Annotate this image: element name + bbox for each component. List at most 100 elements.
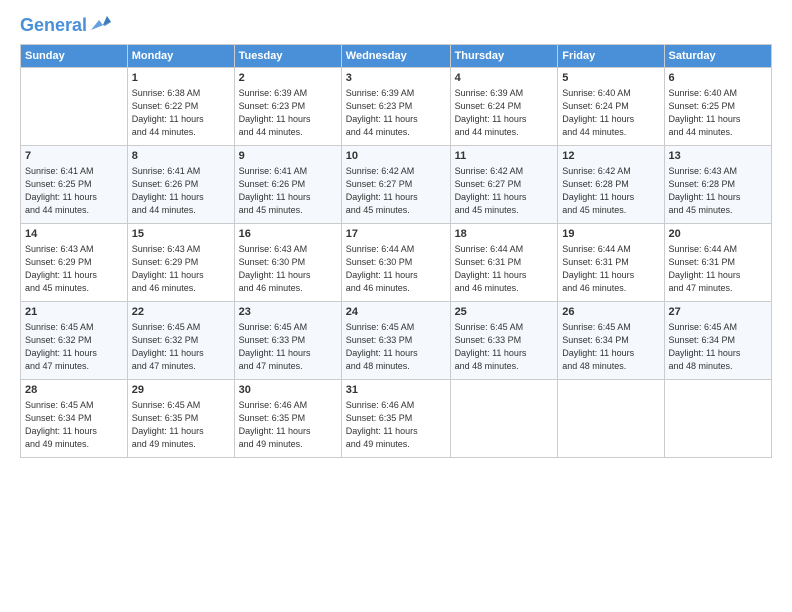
day-number: 16 — [239, 227, 337, 242]
day-info: Sunrise: 6:39 AM Sunset: 6:24 PM Dayligh… — [455, 87, 554, 139]
day-number: 10 — [346, 149, 446, 164]
calendar-day-cell: 8Sunrise: 6:41 AM Sunset: 6:26 PM Daylig… — [127, 145, 234, 223]
logo-bird-icon — [89, 12, 111, 34]
calendar-week-row: 21Sunrise: 6:45 AM Sunset: 6:32 PM Dayli… — [21, 301, 772, 379]
day-number: 21 — [25, 305, 123, 320]
day-info: Sunrise: 6:43 AM Sunset: 6:29 PM Dayligh… — [132, 243, 230, 295]
day-info: Sunrise: 6:45 AM Sunset: 6:35 PM Dayligh… — [132, 399, 230, 451]
day-number: 26 — [562, 305, 659, 320]
day-number: 5 — [562, 71, 659, 86]
day-number: 18 — [455, 227, 554, 242]
day-number: 30 — [239, 383, 337, 398]
day-info: Sunrise: 6:39 AM Sunset: 6:23 PM Dayligh… — [239, 87, 337, 139]
logo: General — [20, 16, 111, 32]
day-number: 4 — [455, 71, 554, 86]
day-info: Sunrise: 6:42 AM Sunset: 6:27 PM Dayligh… — [455, 165, 554, 217]
calendar-day-cell — [558, 379, 664, 457]
calendar-header-cell: Tuesday — [234, 44, 341, 67]
calendar-header-cell: Monday — [127, 44, 234, 67]
day-number: 17 — [346, 227, 446, 242]
calendar-header-cell: Friday — [558, 44, 664, 67]
day-number: 8 — [132, 149, 230, 164]
calendar-day-cell — [21, 67, 128, 145]
calendar-day-cell: 6Sunrise: 6:40 AM Sunset: 6:25 PM Daylig… — [664, 67, 771, 145]
calendar-day-cell: 20Sunrise: 6:44 AM Sunset: 6:31 PM Dayli… — [664, 223, 771, 301]
calendar-week-row: 7Sunrise: 6:41 AM Sunset: 6:25 PM Daylig… — [21, 145, 772, 223]
day-number: 25 — [455, 305, 554, 320]
calendar-day-cell: 16Sunrise: 6:43 AM Sunset: 6:30 PM Dayli… — [234, 223, 341, 301]
day-info: Sunrise: 6:38 AM Sunset: 6:22 PM Dayligh… — [132, 87, 230, 139]
day-info: Sunrise: 6:40 AM Sunset: 6:25 PM Dayligh… — [669, 87, 767, 139]
day-info: Sunrise: 6:45 AM Sunset: 6:33 PM Dayligh… — [346, 321, 446, 373]
day-info: Sunrise: 6:43 AM Sunset: 6:28 PM Dayligh… — [669, 165, 767, 217]
day-number: 15 — [132, 227, 230, 242]
day-number: 7 — [25, 149, 123, 164]
day-number: 22 — [132, 305, 230, 320]
calendar-day-cell: 25Sunrise: 6:45 AM Sunset: 6:33 PM Dayli… — [450, 301, 558, 379]
day-number: 24 — [346, 305, 446, 320]
day-info: Sunrise: 6:41 AM Sunset: 6:25 PM Dayligh… — [25, 165, 123, 217]
day-info: Sunrise: 6:43 AM Sunset: 6:29 PM Dayligh… — [25, 243, 123, 295]
day-info: Sunrise: 6:46 AM Sunset: 6:35 PM Dayligh… — [346, 399, 446, 451]
day-number: 1 — [132, 71, 230, 86]
day-number: 13 — [669, 149, 767, 164]
day-number: 2 — [239, 71, 337, 86]
calendar-day-cell: 23Sunrise: 6:45 AM Sunset: 6:33 PM Dayli… — [234, 301, 341, 379]
calendar-week-row: 28Sunrise: 6:45 AM Sunset: 6:34 PM Dayli… — [21, 379, 772, 457]
calendar-header-cell: Thursday — [450, 44, 558, 67]
day-info: Sunrise: 6:45 AM Sunset: 6:32 PM Dayligh… — [25, 321, 123, 373]
calendar-week-row: 1Sunrise: 6:38 AM Sunset: 6:22 PM Daylig… — [21, 67, 772, 145]
day-info: Sunrise: 6:45 AM Sunset: 6:34 PM Dayligh… — [562, 321, 659, 373]
day-number: 31 — [346, 383, 446, 398]
day-number: 14 — [25, 227, 123, 242]
day-info: Sunrise: 6:45 AM Sunset: 6:32 PM Dayligh… — [132, 321, 230, 373]
day-info: Sunrise: 6:45 AM Sunset: 6:34 PM Dayligh… — [669, 321, 767, 373]
calendar-day-cell: 17Sunrise: 6:44 AM Sunset: 6:30 PM Dayli… — [341, 223, 450, 301]
calendar-day-cell: 24Sunrise: 6:45 AM Sunset: 6:33 PM Dayli… — [341, 301, 450, 379]
day-info: Sunrise: 6:45 AM Sunset: 6:34 PM Dayligh… — [25, 399, 123, 451]
calendar-day-cell: 14Sunrise: 6:43 AM Sunset: 6:29 PM Dayli… — [21, 223, 128, 301]
calendar-day-cell: 18Sunrise: 6:44 AM Sunset: 6:31 PM Dayli… — [450, 223, 558, 301]
calendar-day-cell: 26Sunrise: 6:45 AM Sunset: 6:34 PM Dayli… — [558, 301, 664, 379]
day-number: 11 — [455, 149, 554, 164]
day-number: 23 — [239, 305, 337, 320]
calendar-day-cell: 11Sunrise: 6:42 AM Sunset: 6:27 PM Dayli… — [450, 145, 558, 223]
day-number: 20 — [669, 227, 767, 242]
calendar-day-cell: 22Sunrise: 6:45 AM Sunset: 6:32 PM Dayli… — [127, 301, 234, 379]
day-info: Sunrise: 6:46 AM Sunset: 6:35 PM Dayligh… — [239, 399, 337, 451]
day-info: Sunrise: 6:42 AM Sunset: 6:28 PM Dayligh… — [562, 165, 659, 217]
day-info: Sunrise: 6:45 AM Sunset: 6:33 PM Dayligh… — [455, 321, 554, 373]
calendar-day-cell: 21Sunrise: 6:45 AM Sunset: 6:32 PM Dayli… — [21, 301, 128, 379]
calendar-day-cell — [664, 379, 771, 457]
calendar-day-cell: 1Sunrise: 6:38 AM Sunset: 6:22 PM Daylig… — [127, 67, 234, 145]
calendar-day-cell: 29Sunrise: 6:45 AM Sunset: 6:35 PM Dayli… — [127, 379, 234, 457]
day-info: Sunrise: 6:44 AM Sunset: 6:31 PM Dayligh… — [562, 243, 659, 295]
calendar-day-cell: 4Sunrise: 6:39 AM Sunset: 6:24 PM Daylig… — [450, 67, 558, 145]
day-info: Sunrise: 6:41 AM Sunset: 6:26 PM Dayligh… — [239, 165, 337, 217]
day-info: Sunrise: 6:42 AM Sunset: 6:27 PM Dayligh… — [346, 165, 446, 217]
day-info: Sunrise: 6:39 AM Sunset: 6:23 PM Dayligh… — [346, 87, 446, 139]
calendar-day-cell: 2Sunrise: 6:39 AM Sunset: 6:23 PM Daylig… — [234, 67, 341, 145]
calendar-day-cell: 15Sunrise: 6:43 AM Sunset: 6:29 PM Dayli… — [127, 223, 234, 301]
day-number: 6 — [669, 71, 767, 86]
calendar-header-cell: Sunday — [21, 44, 128, 67]
calendar-day-cell: 9Sunrise: 6:41 AM Sunset: 6:26 PM Daylig… — [234, 145, 341, 223]
day-info: Sunrise: 6:44 AM Sunset: 6:30 PM Dayligh… — [346, 243, 446, 295]
day-info: Sunrise: 6:40 AM Sunset: 6:24 PM Dayligh… — [562, 87, 659, 139]
calendar-day-cell: 3Sunrise: 6:39 AM Sunset: 6:23 PM Daylig… — [341, 67, 450, 145]
calendar-day-cell: 13Sunrise: 6:43 AM Sunset: 6:28 PM Dayli… — [664, 145, 771, 223]
calendar-day-cell — [450, 379, 558, 457]
day-number: 12 — [562, 149, 659, 164]
calendar-day-cell: 27Sunrise: 6:45 AM Sunset: 6:34 PM Dayli… — [664, 301, 771, 379]
calendar-week-row: 14Sunrise: 6:43 AM Sunset: 6:29 PM Dayli… — [21, 223, 772, 301]
day-info: Sunrise: 6:41 AM Sunset: 6:26 PM Dayligh… — [132, 165, 230, 217]
page-header: General — [20, 16, 772, 32]
calendar-table: SundayMondayTuesdayWednesdayThursdayFrid… — [20, 44, 772, 458]
calendar-day-cell: 31Sunrise: 6:46 AM Sunset: 6:35 PM Dayli… — [341, 379, 450, 457]
day-number: 3 — [346, 71, 446, 86]
day-info: Sunrise: 6:43 AM Sunset: 6:30 PM Dayligh… — [239, 243, 337, 295]
day-number: 27 — [669, 305, 767, 320]
calendar-header-row: SundayMondayTuesdayWednesdayThursdayFrid… — [21, 44, 772, 67]
calendar-header-cell: Wednesday — [341, 44, 450, 67]
day-number: 9 — [239, 149, 337, 164]
